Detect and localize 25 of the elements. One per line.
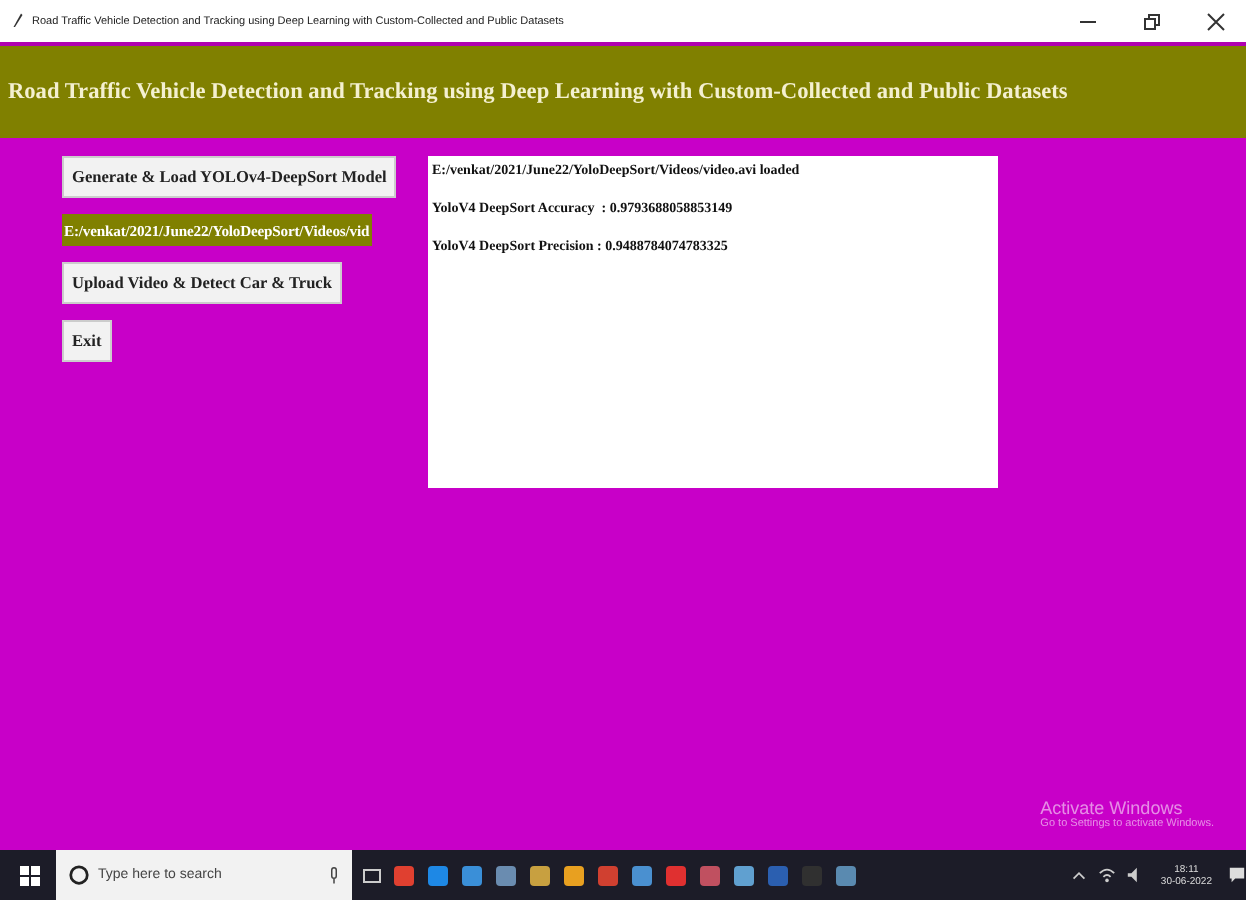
app-title: Road Traffic Vehicle Detection and Tracking using Deep Learning with Custom-Collected and Public Datasets	[8, 80, 1068, 104]
search-icon	[68, 864, 90, 886]
microphone-icon[interactable]	[328, 865, 340, 885]
app-icon[interactable]	[562, 863, 586, 887]
app-icon[interactable]	[596, 863, 620, 887]
action-button[interactable]: Generate & Load YOLOv4-DeepSort Model	[62, 156, 397, 198]
notification-icon[interactable]	[1228, 866, 1246, 884]
app-icon[interactable]	[698, 863, 722, 887]
app-icon[interactable]	[834, 863, 858, 887]
app-icon[interactable]	[732, 863, 756, 887]
app-icon[interactable]	[392, 863, 416, 887]
app-icon[interactable]	[494, 863, 518, 887]
app-icon[interactable]	[630, 863, 654, 887]
action-button[interactable]: Exit	[62, 320, 112, 362]
app-icon[interactable]	[664, 863, 688, 887]
app-icon[interactable]	[460, 863, 484, 887]
close-icon[interactable]	[1206, 11, 1226, 31]
start-icon[interactable]	[20, 865, 40, 885]
activation-title: Activate Windows	[1040, 798, 1185, 818]
restore-icon[interactable]	[1142, 11, 1162, 31]
task-view-icon[interactable]	[362, 865, 382, 885]
network-icon[interactable]	[1098, 866, 1117, 884]
app-icon[interactable]	[528, 863, 552, 887]
action-button[interactable]: Upload Video & Detect Car & Truck	[62, 262, 342, 304]
app-icon[interactable]	[426, 863, 450, 887]
